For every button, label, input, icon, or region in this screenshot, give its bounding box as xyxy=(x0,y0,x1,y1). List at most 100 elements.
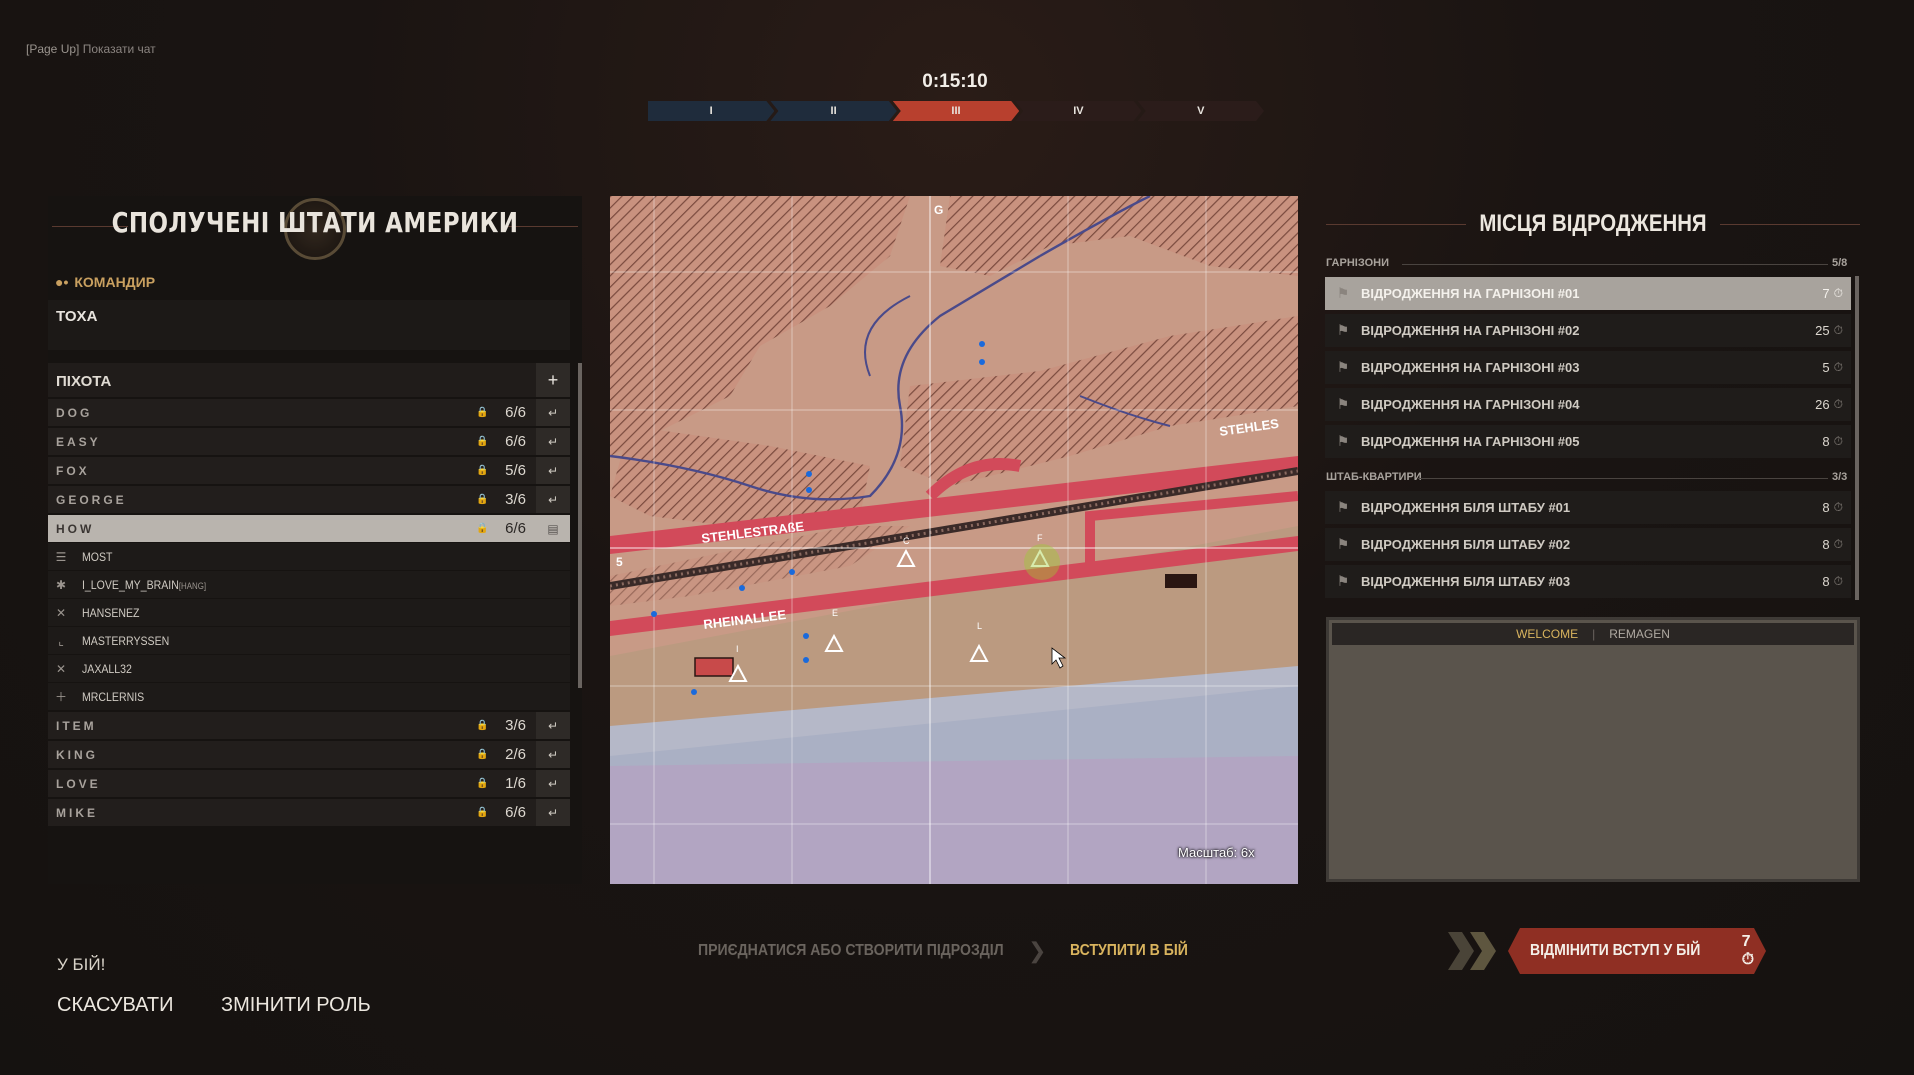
squad-count: 5/6 xyxy=(505,462,526,479)
join-squad-button[interactable]: ↵ xyxy=(536,712,570,739)
squad-count: 6/6 xyxy=(505,404,526,421)
double-chevron-icon xyxy=(1448,928,1508,974)
squad-name: ITEM xyxy=(56,718,97,733)
sector-2: II xyxy=(770,101,896,121)
flag-icon: ⚑ xyxy=(1336,536,1350,552)
squad-name: FOX xyxy=(56,463,90,478)
join-squad-button[interactable]: ↵ xyxy=(536,457,570,484)
spawn-label: ВІДРОДЖЕННЯ НА ГАРНІЗОНІ #05 xyxy=(1361,434,1580,449)
change-role-button[interactable]: ЗМІНИТИ РОЛЬ xyxy=(221,994,371,1017)
garrisons-count: 5/8 xyxy=(1832,257,1848,269)
spawn-list-scrollbar[interactable] xyxy=(1855,276,1859,600)
leave-squad-button[interactable]: ▤ xyxy=(536,515,570,542)
squad-row-dog[interactable]: DOG 🔒 6/6 ↵ xyxy=(48,399,570,426)
spawn-hq-02[interactable]: ⚑ ВІДРОДЖЕННЯ БІЛЯ ШТАБУ #02 8 ⏱ xyxy=(1325,528,1851,561)
member-row[interactable]: ✕ JAXALL32 xyxy=(48,655,570,682)
chevron-right-icon: ❯ xyxy=(1028,938,1047,963)
hq-label: ШТАБ-КВАРТИРИ xyxy=(1326,471,1422,483)
map-scale-label: Масштаб: 6x xyxy=(1178,845,1255,860)
squad-row-king[interactable]: KING 🔒 2/6 ↵ xyxy=(48,741,570,768)
spawn-time: 8 xyxy=(1822,574,1830,589)
squad-row-easy[interactable]: EASY 🔒 6/6 ↵ xyxy=(48,428,570,455)
member-name: MOST xyxy=(82,549,113,564)
infantry-header xyxy=(48,363,570,397)
squad-count: 6/6 xyxy=(505,804,526,821)
squad-row-mike[interactable]: MIKE 🔒 6/6 ↵ xyxy=(48,799,570,826)
squad-name: GEORGE xyxy=(56,492,127,507)
commander-label: ●• КОМАНДИР xyxy=(55,274,155,290)
squad-name: MIKE xyxy=(56,805,98,820)
step-deploy: ВСТУПИТИ В БІЙ xyxy=(1070,942,1188,959)
section-divider xyxy=(1402,264,1828,265)
squad-row-george[interactable]: GEORGE 🔒 3/6 ↵ xyxy=(48,486,570,513)
commander-label-text: КОМАНДИР xyxy=(74,274,156,290)
spawn-garrison-03[interactable]: ⚑ ВІДРОДЖЕННЯ НА ГАРНІЗОНІ #03 5 ⏱ xyxy=(1325,351,1851,384)
garrisons-label: ГАРНІЗОНИ xyxy=(1326,257,1389,269)
join-squad-button[interactable]: ↵ xyxy=(536,399,570,426)
flag-icon: ⚑ xyxy=(1336,573,1350,589)
grid-col-label: G xyxy=(934,203,943,217)
squad-count: 2/6 xyxy=(505,746,526,763)
join-squad-button[interactable]: ↵ xyxy=(536,486,570,513)
grid-row-label: 5 xyxy=(616,555,623,569)
squad-row-how[interactable]: HOW 🔒 6/6 ▤ xyxy=(48,515,570,542)
svg-text:C: C xyxy=(903,536,910,546)
tab-welcome[interactable]: WELCOME xyxy=(1516,627,1578,641)
rifleman-icon: ✕ xyxy=(55,661,67,676)
join-squad-button[interactable]: ↵ xyxy=(536,741,570,768)
lock-icon: 🔒 xyxy=(476,465,489,476)
svg-text:E: E xyxy=(832,608,838,618)
sector-5: V xyxy=(1138,101,1264,121)
timer-icon: ⏱ xyxy=(1833,360,1843,374)
spawn-time: 8 xyxy=(1822,537,1830,552)
map-canvas: G 5 STEHLESTRAßE RHEINALLEE STEHLES C E … xyxy=(610,196,1298,884)
engineer-icon: ⌞ xyxy=(58,633,64,648)
spawn-label: ВІДРОДЖЕННЯ БІЛЯ ШТАБУ #02 xyxy=(1361,537,1571,552)
flag-icon: ⚑ xyxy=(1336,285,1350,301)
join-squad-button[interactable]: ↵ xyxy=(536,428,570,455)
member-row[interactable]: ＋ MRCLERNIS xyxy=(48,683,570,710)
squad-count: 1/6 xyxy=(505,775,526,792)
svg-text:L: L xyxy=(977,621,982,631)
chat-hint: [Page Up] Показати чат xyxy=(26,42,156,56)
squad-count: 6/6 xyxy=(505,520,526,537)
spawn-garrison-01[interactable]: ⚑ ВІДРОДЖЕННЯ НА ГАРНІЗОНІ #01 7 ⏱ xyxy=(1325,277,1851,310)
timer-icon: ⏱ xyxy=(1833,286,1843,300)
tactical-map[interactable]: G 5 STEHLESTRAßE RHEINALLEE STEHLES C E … xyxy=(610,196,1298,884)
spawn-hq-03[interactable]: ⚑ ВІДРОДЖЕННЯ БІЛЯ ШТАБУ #03 8 ⏱ xyxy=(1325,565,1851,598)
spawn-garrison-04[interactable]: ⚑ ВІДРОДЖЕННЯ НА ГАРНІЗОНІ #04 26 ⏱ xyxy=(1325,388,1851,421)
clan-tag: [HANG] xyxy=(178,580,207,591)
tab-remagen[interactable]: REMAGEN xyxy=(1609,627,1670,641)
squad-list-scrollbar[interactable] xyxy=(578,363,582,688)
member-row[interactable]: ✱ I_LOVE_MY_BRAIN[HANG] xyxy=(48,571,570,598)
info-panel xyxy=(1326,617,1860,882)
commander-slot[interactable] xyxy=(48,300,570,350)
member-row[interactable]: ⌞ MASTERRYSSEN xyxy=(48,627,570,654)
join-squad-button[interactable]: ↵ xyxy=(536,770,570,797)
add-squad-button[interactable]: + xyxy=(536,363,570,397)
member-row[interactable]: ☰ MOST xyxy=(48,543,570,570)
lock-icon: 🔒 xyxy=(476,436,489,447)
lock-icon: 🔒 xyxy=(476,523,489,534)
squad-count: 6/6 xyxy=(505,433,526,450)
step-join-squad: ПРИЄДНАТИСЯ АБО СТВОРИТИ ПІДРОЗДІЛ xyxy=(698,942,1004,959)
squad-row-love[interactable]: LOVE 🔒 1/6 ↵ xyxy=(48,770,570,797)
member-row[interactable]: ✕ HANSENEZ xyxy=(48,599,570,626)
timer-icon: ⏱ xyxy=(1833,323,1843,337)
squad-row-item[interactable]: ITEM 🔒 3/6 ↵ xyxy=(48,712,570,739)
spawn-hq-01[interactable]: ⚑ ВІДРОДЖЕННЯ БІЛЯ ШТАБУ #01 8 ⏱ xyxy=(1325,491,1851,524)
squad-row-fox[interactable]: FOX 🔒 5/6 ↵ xyxy=(48,457,570,484)
spawn-garrison-05[interactable]: ⚑ ВІДРОДЖЕННЯ НА ГАРНІЗОНІ #05 8 ⏱ xyxy=(1325,425,1851,458)
cancel-button[interactable]: СКАСУВАТИ xyxy=(57,994,174,1017)
match-timer: 0:15:10 xyxy=(922,71,988,92)
spawn-garrison-02[interactable]: ⚑ ВІДРОДЖЕННЯ НА ГАРНІЗОНІ #02 25 ⏱ xyxy=(1325,314,1851,347)
chat-hint-key: [Page Up] xyxy=(26,42,80,56)
join-squad-button[interactable]: ↵ xyxy=(536,799,570,826)
spawn-time: 7 xyxy=(1822,286,1830,301)
faction-title: СПОЛУЧЕНІ ШТАТИ АМЕРИКИ xyxy=(111,206,519,239)
river-water xyxy=(610,756,1298,884)
hq-count: 3/3 xyxy=(1832,471,1848,483)
officer-icon: ☰ xyxy=(55,549,67,564)
squad-count: 3/6 xyxy=(505,491,526,508)
cancel-deploy-button[interactable]: ВІДМІНИТИ ВСТУП У БІЙ 7 ⏱ xyxy=(1448,928,1766,974)
